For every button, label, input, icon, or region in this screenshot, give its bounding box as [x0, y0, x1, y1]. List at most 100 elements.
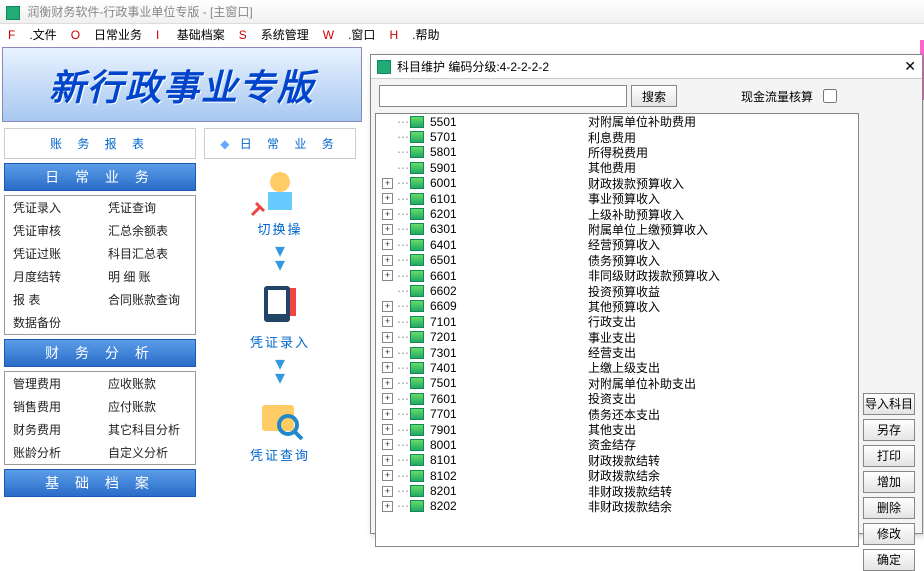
tree-row[interactable]: ⋯5801所得税费用 — [376, 145, 858, 160]
tree-row[interactable]: +⋯7501对附属单位补助支出 — [376, 376, 858, 391]
subject-code: 7701 — [430, 407, 588, 421]
tree-row[interactable]: +⋯6601非同级财政拨款预算收入 — [376, 268, 858, 283]
subject-icon — [410, 439, 424, 451]
tree-row[interactable]: +⋯6401经营预算收入 — [376, 237, 858, 252]
subject-code: 7401 — [430, 361, 588, 375]
expand-placeholder — [382, 132, 393, 143]
side-button[interactable]: 删除 — [863, 497, 915, 519]
tree-row[interactable]: +⋯6501债务预算收入 — [376, 253, 858, 268]
tree-row[interactable]: +⋯7901其他支出 — [376, 422, 858, 437]
list-item[interactable]: 应收账款 — [100, 372, 195, 395]
list-item[interactable]: 科目汇总表 — [100, 242, 195, 265]
tree-row[interactable]: +⋯6101事业预算收入 — [376, 191, 858, 206]
list-item[interactable]: 其它科目分析 — [100, 418, 195, 441]
tree-row[interactable]: +⋯7301经营支出 — [376, 345, 858, 360]
list-item[interactable]: 合同账款查询 — [100, 288, 195, 311]
workflow-item[interactable]: 凭证查询 — [204, 393, 356, 464]
tree-row[interactable]: +⋯7101行政支出 — [376, 314, 858, 329]
expand-icon[interactable]: + — [382, 270, 393, 281]
expand-icon[interactable]: + — [382, 362, 393, 373]
expand-icon[interactable]: + — [382, 301, 393, 312]
expand-icon[interactable]: + — [382, 486, 393, 497]
list-item[interactable]: 报 表 — [5, 288, 100, 311]
workflow-item[interactable]: 切换操 — [204, 167, 356, 238]
list-item[interactable]: 凭证过账 — [5, 242, 100, 265]
expand-icon[interactable]: + — [382, 455, 393, 466]
list-item[interactable]: 凭证查询 — [100, 196, 195, 219]
expand-icon[interactable]: + — [382, 393, 393, 404]
tree-row[interactable]: +⋯6609其他预算收入 — [376, 299, 858, 314]
expand-icon[interactable]: + — [382, 409, 393, 420]
list-item[interactable]: 数据备份 — [5, 311, 100, 334]
expand-icon[interactable]: + — [382, 332, 393, 343]
expand-icon[interactable]: + — [382, 424, 393, 435]
tree-row[interactable]: ⋯5701利息费用 — [376, 129, 858, 144]
subject-icon — [410, 362, 424, 374]
expand-icon[interactable]: + — [382, 316, 393, 327]
side-button[interactable]: 导入科目 — [863, 393, 915, 415]
expand-icon[interactable]: + — [382, 347, 393, 358]
tree-row[interactable]: +⋯6201上级补助预算收入 — [376, 206, 858, 221]
expand-icon[interactable]: + — [382, 193, 393, 204]
side-button[interactable]: 修改 — [863, 523, 915, 545]
subject-code: 8202 — [430, 499, 588, 513]
expand-icon[interactable]: + — [382, 255, 393, 266]
list-item[interactable]: 财务费用 — [5, 418, 100, 441]
side-button[interactable]: 确定 — [863, 549, 915, 571]
tree-row[interactable]: +⋯8101财政拨款结转 — [376, 453, 858, 468]
tree-row[interactable]: +⋯8201非财政拨款结转 — [376, 483, 858, 498]
expand-icon[interactable]: + — [382, 378, 393, 389]
menu-item[interactable]: I 基础档案 — [156, 28, 225, 42]
tree-row[interactable]: +⋯8102财政拨款结余 — [376, 468, 858, 483]
side-button[interactable]: 另存 — [863, 419, 915, 441]
menu-item[interactable]: S系统管理 — [239, 28, 309, 42]
tree-row[interactable]: +⋯8202非财政拨款结余 — [376, 499, 858, 514]
tree-row[interactable]: ⋯6602投资预算收益 — [376, 283, 858, 298]
list-item — [100, 311, 195, 334]
search-button[interactable]: 搜索 — [631, 85, 677, 107]
subject-tree[interactable]: ⋯5501对附属单位补助费用⋯5701利息费用⋯5801所得税费用⋯5901其他… — [375, 113, 859, 547]
subject-icon — [410, 254, 424, 266]
list-item[interactable]: 汇总余额表 — [100, 219, 195, 242]
subject-icon — [410, 454, 424, 466]
expand-icon[interactable]: + — [382, 224, 393, 235]
workflow-item[interactable]: 凭证录入 — [204, 280, 356, 351]
list-item[interactable]: 凭证审核 — [5, 219, 100, 242]
menu-item[interactable]: W.窗口 — [323, 28, 376, 42]
menu-item[interactable]: O日常业务 — [71, 28, 142, 42]
tree-row[interactable]: +⋯6001财政拨款预算收入 — [376, 176, 858, 191]
subject-dialog: 科目维护 编码分级:4-2-2-2-2 ✕ 搜索 现金流量核算 ⋯5501对附属… — [370, 54, 923, 534]
panel-title-reports: 账 务 报 表 — [4, 128, 196, 159]
expand-icon[interactable]: + — [382, 178, 393, 189]
side-button[interactable]: 打印 — [863, 445, 915, 467]
tree-row[interactable]: +⋯8001资金结存 — [376, 437, 858, 452]
tree-row[interactable]: ⋯5501对附属单位补助费用 — [376, 114, 858, 129]
cashflow-checkbox[interactable] — [823, 89, 837, 103]
tree-row[interactable]: +⋯7201事业支出 — [376, 329, 858, 344]
tree-row[interactable]: +⋯7401上缴上级支出 — [376, 360, 858, 375]
tree-row[interactable]: +⋯7601投资支出 — [376, 391, 858, 406]
close-icon[interactable]: ✕ — [904, 58, 916, 75]
list-item[interactable]: 应付账款 — [100, 395, 195, 418]
subject-code: 6301 — [430, 222, 588, 236]
list-item[interactable]: 明 细 账 — [100, 265, 195, 288]
list-item[interactable]: 账龄分析 — [5, 441, 100, 464]
expand-icon[interactable]: + — [382, 439, 393, 450]
expand-icon[interactable]: + — [382, 470, 393, 481]
menu-item[interactable]: F.文件 — [8, 28, 57, 42]
list-item[interactable]: 自定义分析 — [100, 441, 195, 464]
tree-row[interactable]: +⋯7701债务还本支出 — [376, 406, 858, 421]
expand-icon[interactable]: + — [382, 209, 393, 220]
expand-icon[interactable]: + — [382, 239, 393, 250]
expand-icon[interactable]: + — [382, 501, 393, 512]
list-item[interactable]: 管理费用 — [5, 372, 100, 395]
list-item[interactable]: 凭证录入 — [5, 196, 100, 219]
search-input[interactable] — [379, 85, 627, 107]
menu-item[interactable]: H.帮助 — [389, 28, 439, 42]
side-button[interactable]: 增加 — [863, 471, 915, 493]
list-item[interactable]: 月度结转 — [5, 265, 100, 288]
tree-row[interactable]: ⋯5901其他费用 — [376, 160, 858, 175]
list-item[interactable]: 销售费用 — [5, 395, 100, 418]
subject-code: 7101 — [430, 315, 588, 329]
tree-row[interactable]: +⋯6301附属单位上缴预算收入 — [376, 222, 858, 237]
